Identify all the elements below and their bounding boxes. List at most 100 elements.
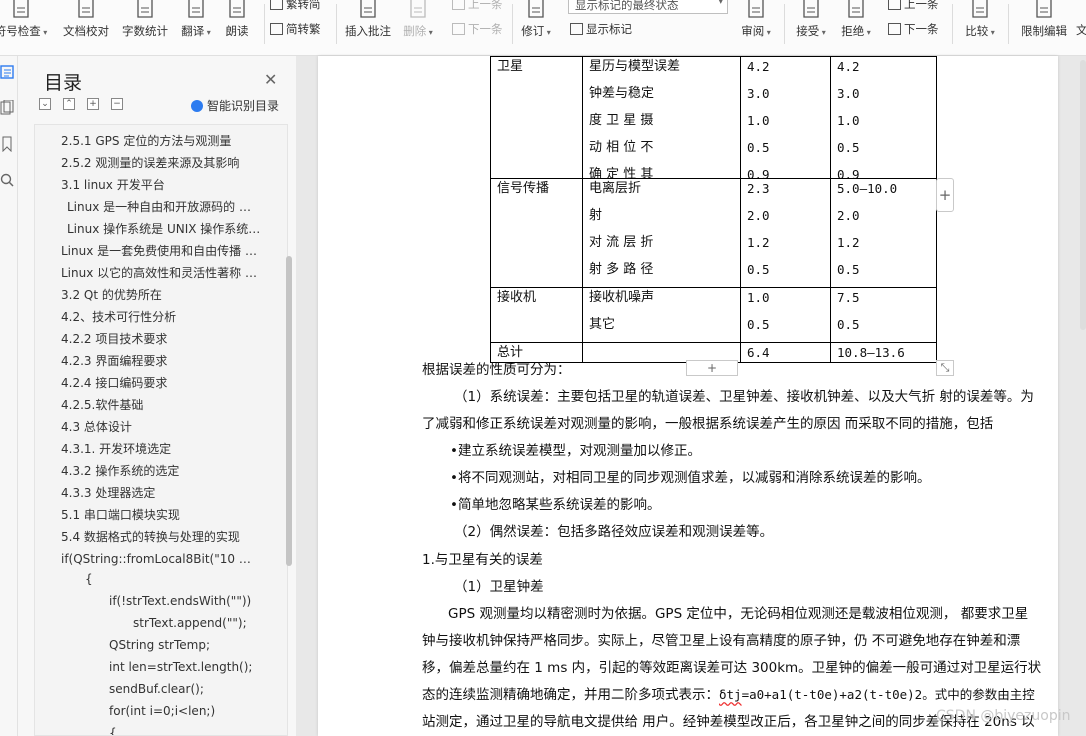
toc-item[interactable]: 5.1 串口端口模块实现 bbox=[61, 506, 261, 523]
toc-item[interactable]: if(!strText.endsWith("")) bbox=[109, 594, 261, 608]
toc-scrollbar[interactable] bbox=[286, 256, 292, 566]
cell-value: 其它 bbox=[589, 317, 616, 332]
cell-value: 2.0 bbox=[837, 208, 860, 223]
toolbar-trad-to-simp-button[interactable]: 繁转简 bbox=[270, 0, 321, 12]
toolbar-prev-comment-button[interactable]: 上一条 bbox=[452, 0, 503, 12]
table-cell[interactable]: 电离层折射对 流 层 折射 多 路 径 bbox=[582, 178, 741, 288]
toolbar-show-markup-button[interactable]: 显示标记 bbox=[570, 21, 632, 37]
toc-item[interactable]: Linux 是一种自由和开放源码的 … … bbox=[67, 198, 261, 215]
formula-symbol: δtj bbox=[719, 687, 742, 702]
toolbar-separator bbox=[1008, 4, 1009, 44]
toolbar-insert-comment-button[interactable]: 插入批注 bbox=[340, 0, 396, 52]
cell-value: 4.2 bbox=[837, 59, 860, 74]
para-7: 移，偏差总量约在 1 ms 内，引起的等效距离误差可达 300km。卫星钟的偏差… bbox=[422, 660, 1042, 676]
toc-panel-icon[interactable] bbox=[0, 64, 14, 80]
toc-item[interactable]: 4.3.2 操作系统的选定 bbox=[61, 462, 261, 479]
toolbar-restrict-edit-button[interactable]: 限制编辑 bbox=[1016, 0, 1072, 52]
add-level-icon[interactable]: + bbox=[87, 98, 99, 110]
smart-toc-button[interactable]: 智能识别目录 bbox=[191, 97, 279, 114]
table-cell[interactable]: 1.0 0.5 bbox=[740, 287, 831, 343]
toolbar-overflow-label[interactable]: 文 bbox=[1076, 22, 1086, 38]
add-row-button[interactable]: + bbox=[686, 360, 738, 376]
table-cell[interactable]: 4.2 3.0 1.0 0.5 0.9 bbox=[740, 56, 831, 179]
toolbar-accept-button[interactable]: 接受 ▾ bbox=[790, 0, 832, 52]
toc-item[interactable]: 4.2.4 接口编码要求 bbox=[61, 374, 261, 391]
table-cell[interactable]: 10.8–13.6 bbox=[830, 342, 937, 363]
toc-item[interactable]: { bbox=[85, 572, 261, 586]
bullet-2: •将不同观测站，对相同卫星的同步观测值求差，以减弱和消除系统误差的影响。 bbox=[450, 470, 931, 486]
toc-item[interactable]: strText.append(""); bbox=[133, 616, 261, 630]
toolbar-word-count-button[interactable]: 字数统计 bbox=[116, 0, 174, 52]
toolbar-read-aloud-button[interactable]: 朗读 bbox=[220, 0, 254, 52]
toolbar-compare-button[interactable]: 比较 ▾ bbox=[960, 0, 1000, 52]
toc-item[interactable]: Linux 操作系统是 UNIX 操作系统 … bbox=[67, 220, 261, 237]
toc-item[interactable]: 4.2、技术可行性分析 bbox=[61, 308, 261, 325]
toolbar-review-pane-button[interactable]: 审阅 ▾ bbox=[734, 0, 778, 52]
toolbar-revise-button[interactable]: 修订 ▾ bbox=[516, 0, 556, 52]
toc-item[interactable]: sendBuf.clear(); bbox=[109, 682, 261, 696]
delete-comment-icon bbox=[405, 0, 431, 20]
table-cell[interactable]: 2.3 2.0 1.2 0.5 bbox=[740, 178, 831, 288]
abc-check-icon bbox=[8, 0, 34, 20]
next-comment-icon bbox=[452, 23, 465, 35]
cell-value: 2.3 bbox=[747, 181, 770, 196]
table-group-cell[interactable]: 卫星 bbox=[490, 56, 583, 179]
toc-item[interactable]: QString strTemp; bbox=[109, 638, 261, 652]
toc-item[interactable]: if(QString::fromLocal8Bit("10 进 … bbox=[61, 550, 261, 567]
add-column-button[interactable]: + bbox=[936, 178, 954, 212]
markup-state-value: 显示标记的最终状态 bbox=[575, 0, 679, 12]
cell-value: 动 相 位 不 bbox=[589, 140, 654, 155]
toolbar-label: 字数统计 bbox=[122, 24, 168, 38]
toolbar-next-change-button[interactable]: 下一条 bbox=[888, 21, 939, 37]
toolbar-reject-button[interactable]: 拒绝 ▾ bbox=[836, 0, 876, 52]
heading-satellite-errors: 1.与卫星有关的误差 bbox=[422, 552, 543, 568]
table-cell[interactable]: 接收机噪声 其它 bbox=[582, 287, 741, 343]
cell-value: 射 bbox=[589, 208, 603, 223]
toolbar-delete-comment-button[interactable]: 删除 ▾ bbox=[398, 0, 438, 52]
toc-item[interactable]: 4.2.2 项目技术要求 bbox=[61, 330, 261, 347]
table-group-cell[interactable]: 接收机 bbox=[490, 287, 583, 343]
toc-item[interactable]: Linux 以它的高效性和灵活性著称 … bbox=[61, 264, 261, 281]
search-icon[interactable] bbox=[0, 172, 14, 188]
toc-item[interactable]: { bbox=[109, 726, 261, 735]
toc-item[interactable]: 4.2.3 界面编程要求 bbox=[61, 352, 261, 369]
toolbar-prev-change-button[interactable]: 上一条 bbox=[888, 0, 939, 12]
remove-level-icon[interactable]: − bbox=[111, 98, 123, 110]
para-8-text: 态的连续监测精确地确定，并用二阶多项式表示： bbox=[422, 687, 719, 703]
resize-table-icon[interactable]: ⤡ bbox=[936, 360, 954, 376]
close-icon[interactable]: ✕ bbox=[264, 70, 277, 89]
toc-item[interactable]: 3.2 Qt 的优势所在 bbox=[61, 286, 261, 303]
toc-item[interactable]: 4.3.1. 开发环境选定 bbox=[61, 440, 261, 457]
toc-item[interactable]: 4.3.3 处理器选定 bbox=[61, 484, 261, 501]
dropdown-arrow-icon: ▾ bbox=[864, 28, 871, 37]
toolbar-translate-button[interactable]: 翻译 ▾ bbox=[174, 0, 218, 52]
cell-value: 2.0 bbox=[747, 208, 770, 223]
collapse-all-icon[interactable]: ⌄ bbox=[39, 98, 51, 110]
expand-up-icon[interactable]: ⌃ bbox=[63, 98, 75, 110]
doc-proof-icon bbox=[73, 0, 99, 20]
pages-icon[interactable] bbox=[0, 99, 14, 116]
toc-item[interactable]: 2.5.1 GPS 定位的方法与观测量 bbox=[61, 132, 261, 149]
toc-item[interactable]: 4.2.5.软件基础 bbox=[61, 396, 261, 413]
table-cell[interactable]: 4.2 3.0 1.0 0.5 0.9 bbox=[830, 56, 937, 179]
markup-state-select[interactable]: 显示标记的最终状态 ▾ bbox=[568, 0, 728, 14]
table-cell[interactable]: 7.5 0.5 bbox=[830, 287, 937, 343]
doc-scrollbar[interactable] bbox=[1080, 60, 1086, 330]
toolbar-simp-to-trad-button[interactable]: 简转繁 bbox=[270, 21, 321, 37]
toolbar-separator bbox=[336, 4, 337, 44]
toolbar-doc-proof-button[interactable]: 文档校对 bbox=[56, 0, 116, 52]
toc-item[interactable]: int len=strText.length(); bbox=[109, 660, 261, 674]
toolbar-abc-check-button[interactable]: 符号检查 ▾ bbox=[0, 0, 50, 52]
table-cell[interactable]: 星历与模型误差 钟差与稳定度 卫 星 摄动 相 位 不确 定 性 其 bbox=[582, 56, 741, 179]
bookmark-icon[interactable] bbox=[0, 136, 14, 153]
table-group-cell[interactable]: 信号传播 bbox=[490, 178, 583, 288]
toc-item[interactable]: 3.1 linux 开发平台 bbox=[61, 176, 261, 193]
toc-item[interactable]: 5.4 数据格式的转换与处理的实现 bbox=[61, 528, 261, 545]
toolbar-next-comment-button[interactable]: 下一条 bbox=[452, 21, 503, 37]
toc-item[interactable]: Linux 是一套免费使用和自由传播 … bbox=[61, 242, 261, 259]
table-cell[interactable]: 6.4 bbox=[740, 342, 831, 363]
toc-item[interactable]: 2.5.2 观测量的误差来源及其影响 bbox=[61, 154, 261, 171]
toc-item[interactable]: for(int i=0;i<len;) bbox=[109, 704, 261, 718]
toc-item[interactable]: 4.3 总体设计 bbox=[61, 418, 261, 435]
table-cell[interactable]: 5.0–10.0 2.0 1.2 0.5 bbox=[830, 178, 937, 288]
